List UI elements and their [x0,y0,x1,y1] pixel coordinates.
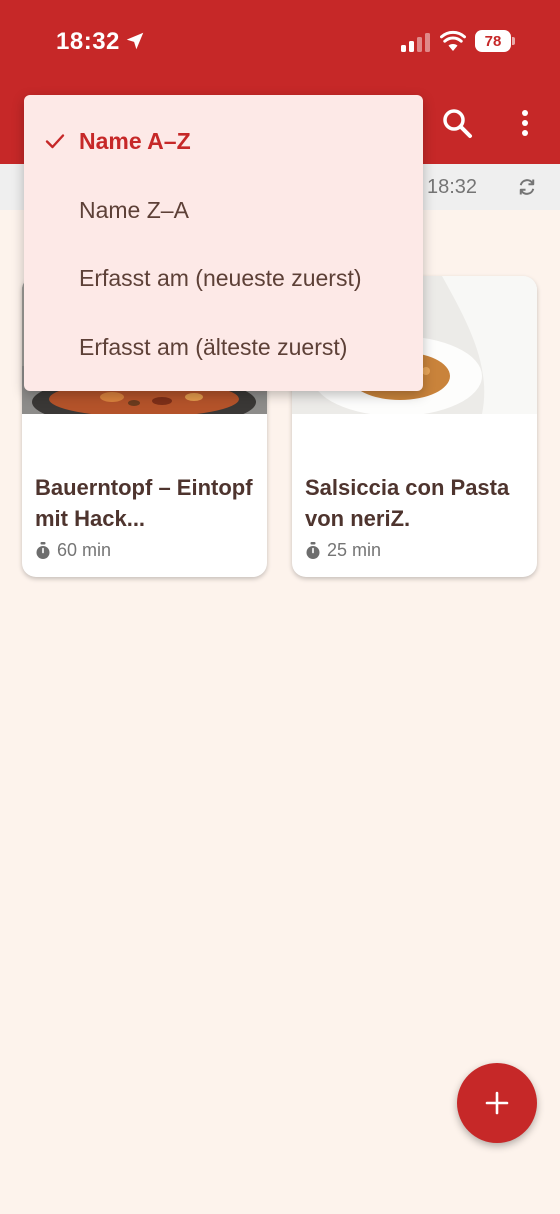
recipe-title: Salsiccia con Pasta von neriZ. [305,475,510,531]
sort-option-name-desc[interactable]: Name Z–A [24,176,423,244]
recipe-title: Bauerntopf – Eintopf mit Hack... [35,475,253,531]
sort-option-label: Erfasst am (älteste zuerst) [79,333,348,360]
sort-option-name-asc[interactable]: Name A–Z [24,107,423,175]
more-vert-icon[interactable] [512,106,538,140]
sort-option-label: Name Z–A [79,196,189,223]
sort-option-oldest[interactable]: Erfasst am (älteste zuerst) [24,313,423,381]
sort-option-label: Erfasst am (neueste zuerst) [79,264,362,291]
sort-option-label: Name A–Z [79,127,191,154]
plus-icon [485,1091,509,1115]
recipe-duration: 25 min [305,540,381,561]
battery-indicator: 78 [475,30,511,52]
sync-icon[interactable] [516,176,538,198]
location-arrow-icon [126,32,144,50]
recipe-duration: 60 min [35,540,111,561]
cellular-signal-icon [401,33,430,52]
timer-icon [36,541,50,559]
search-icon[interactable] [440,106,474,140]
check-icon [45,134,65,149]
add-recipe-button[interactable] [457,1063,537,1143]
recipe-time: 25 min [327,540,382,560]
timer-icon [306,541,320,559]
status-time: 18:32 [56,28,120,55]
sync-time: 18:32 [427,176,478,198]
recipe-time: 60 min [57,540,112,560]
sort-menu: Name A–Z Name Z–A Erfasst am (neueste zu… [24,95,423,391]
wifi-icon [440,30,466,51]
battery-tip [512,37,515,45]
sort-option-newest[interactable]: Erfasst am (neueste zuerst) [24,244,423,312]
